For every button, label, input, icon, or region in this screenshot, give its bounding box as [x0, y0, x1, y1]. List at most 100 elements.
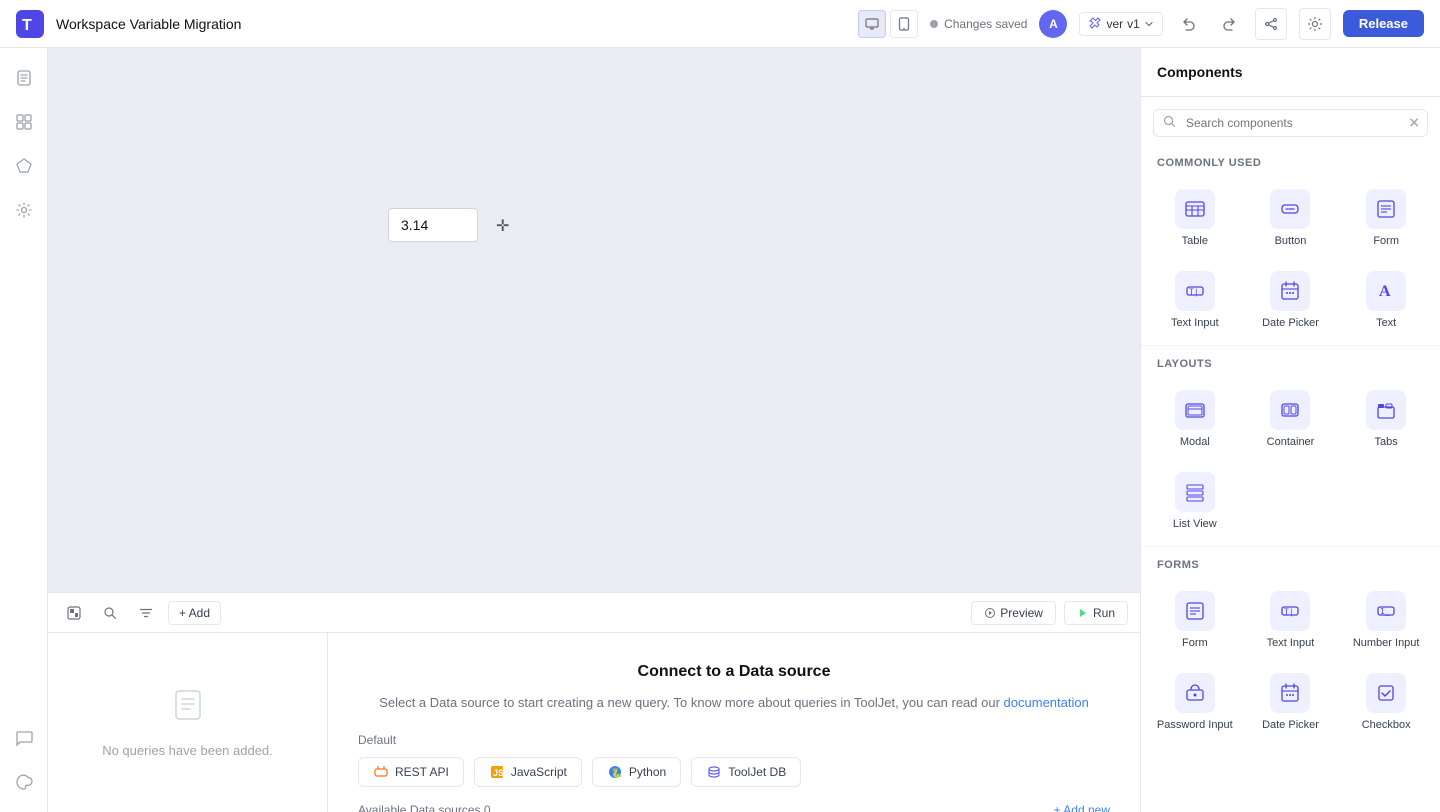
bottom-toolbar: + Add Preview Run: [48, 593, 1140, 633]
password-input-icon: [1175, 673, 1215, 713]
version-label: ver: [1106, 17, 1123, 31]
button-icon: [1270, 189, 1310, 229]
docs-link[interactable]: documentation: [1004, 695, 1089, 710]
sidebar-item-theme[interactable]: [6, 764, 42, 800]
checkbox-label: Checkbox: [1362, 719, 1411, 731]
component-date-picker[interactable]: Date Picker: [1245, 259, 1337, 337]
search-icon: [103, 606, 117, 620]
component-list-view[interactable]: List View: [1149, 460, 1241, 538]
form-2-icon: [1175, 591, 1215, 631]
component-number-input[interactable]: 1_ Number Input: [1340, 579, 1432, 657]
query-empty-icon: [170, 687, 206, 731]
layouts-grid: Modal Container Tabs List View: [1141, 374, 1440, 542]
component-button[interactable]: Button: [1245, 177, 1337, 255]
sidebar: [0, 48, 48, 812]
component-tabs[interactable]: Tabs: [1340, 378, 1432, 456]
version-selector[interactable]: ver v1: [1079, 12, 1162, 36]
minimap-icon: [67, 606, 81, 620]
minimap-button[interactable]: [60, 599, 88, 627]
gear-icon: [1307, 16, 1323, 32]
filter-button[interactable]: [132, 599, 160, 627]
component-checkbox[interactable]: Checkbox: [1340, 661, 1432, 739]
sidebar-item-queries[interactable]: [6, 148, 42, 184]
release-button[interactable]: Release: [1343, 10, 1424, 37]
query-empty-text: No queries have been added.: [102, 743, 273, 758]
tablet-view-btn[interactable]: [890, 10, 918, 38]
widget-value: 3.14: [401, 217, 428, 233]
list-view-icon: [1175, 472, 1215, 512]
component-text-input[interactable]: T| Text Input: [1149, 259, 1241, 337]
version-number: v1: [1127, 17, 1140, 31]
datasource-options: REST API JS JavaScript 🐍 Python ToolJet …: [358, 757, 1110, 787]
svg-text:A: A: [1379, 283, 1391, 300]
table-icon: [1175, 189, 1215, 229]
password-input-label: Password Input: [1157, 719, 1233, 731]
search-button[interactable]: [96, 599, 124, 627]
sidebar-item-settings[interactable]: [6, 192, 42, 228]
filter-icon: [139, 606, 153, 620]
chevron-down-icon: [1144, 19, 1154, 29]
tooljet-db-button[interactable]: ToolJet DB: [691, 757, 801, 787]
add-new-datasource-link[interactable]: + Add new: [1054, 803, 1110, 812]
component-modal[interactable]: Modal: [1149, 378, 1241, 456]
modal-icon: [1175, 390, 1215, 430]
run-button[interactable]: Run: [1064, 601, 1128, 625]
divider-2: [1141, 546, 1440, 547]
sidebar-item-chat[interactable]: [6, 720, 42, 756]
rest-api-icon: [373, 764, 389, 780]
query-list: No queries have been added.: [48, 633, 328, 812]
run-icon: [1077, 607, 1089, 619]
component-form[interactable]: Form: [1340, 177, 1432, 255]
datasource-desc: Select a Data source to start creating a…: [379, 693, 1089, 713]
text-icon: A: [1366, 271, 1406, 311]
number-input-icon: 1_: [1366, 591, 1406, 631]
text-input-2-label: Text Input: [1267, 637, 1315, 649]
search-clear-button[interactable]: ✕: [1408, 115, 1420, 132]
toolbar-right: Preview Run: [971, 601, 1128, 625]
component-table[interactable]: Table: [1149, 177, 1241, 255]
right-panel-title: Components: [1157, 64, 1243, 80]
right-panel-header: Components: [1141, 48, 1440, 97]
modal-label: Modal: [1180, 436, 1210, 448]
svg-text:T: T: [22, 17, 32, 34]
sidebar-item-components[interactable]: [6, 104, 42, 140]
divider-1: [1141, 345, 1440, 346]
add-button[interactable]: + Add: [168, 601, 221, 625]
share-button[interactable]: [1255, 8, 1287, 40]
rest-api-button[interactable]: REST API: [358, 757, 464, 787]
preview-icon: [984, 607, 996, 619]
move-handle[interactable]: ✛: [496, 216, 509, 236]
button-label: Button: [1275, 235, 1307, 247]
search-input[interactable]: [1153, 109, 1428, 137]
text-input-icon: T|: [1175, 271, 1215, 311]
sidebar-item-pages[interactable]: [6, 60, 42, 96]
tabs-icon: [1366, 390, 1406, 430]
component-form-2[interactable]: Form: [1149, 579, 1241, 657]
desktop-view-btn[interactable]: [858, 10, 886, 38]
undo-button[interactable]: [1175, 10, 1203, 38]
datasource-panel: Connect to a Data source Select a Data s…: [328, 633, 1140, 812]
svg-text:T|: T|: [1284, 608, 1294, 617]
forms-grid: Form T| Text Input 1_ Number Input Passw…: [1141, 575, 1440, 743]
checkbox-icon: [1366, 673, 1406, 713]
settings-button[interactable]: [1299, 8, 1331, 40]
javascript-button[interactable]: JS JavaScript: [474, 757, 582, 787]
text-label: Text: [1376, 317, 1396, 329]
component-container[interactable]: Container: [1245, 378, 1337, 456]
preview-button[interactable]: Preview: [971, 601, 1056, 625]
component-password-input[interactable]: Password Input: [1149, 661, 1241, 739]
redo-button[interactable]: [1215, 10, 1243, 38]
page-title: Workspace Variable Migration: [56, 16, 241, 32]
layouts-label: Layouts: [1141, 350, 1440, 374]
component-text-input-2[interactable]: T| Text Input: [1245, 579, 1337, 657]
component-date-picker-2[interactable]: Date Picker: [1245, 661, 1337, 739]
python-button[interactable]: 🐍 Python: [592, 757, 681, 787]
canvas-widget[interactable]: 3.14: [388, 208, 478, 242]
date-picker-icon: [1270, 271, 1310, 311]
logo: T: [16, 10, 44, 38]
search-box: ✕: [1153, 109, 1428, 137]
canvas-area[interactable]: 3.14 ✛: [48, 48, 1140, 592]
date-picker-2-label: Date Picker: [1262, 719, 1319, 731]
javascript-icon: JS: [489, 764, 505, 780]
component-text[interactable]: A Text: [1340, 259, 1432, 337]
